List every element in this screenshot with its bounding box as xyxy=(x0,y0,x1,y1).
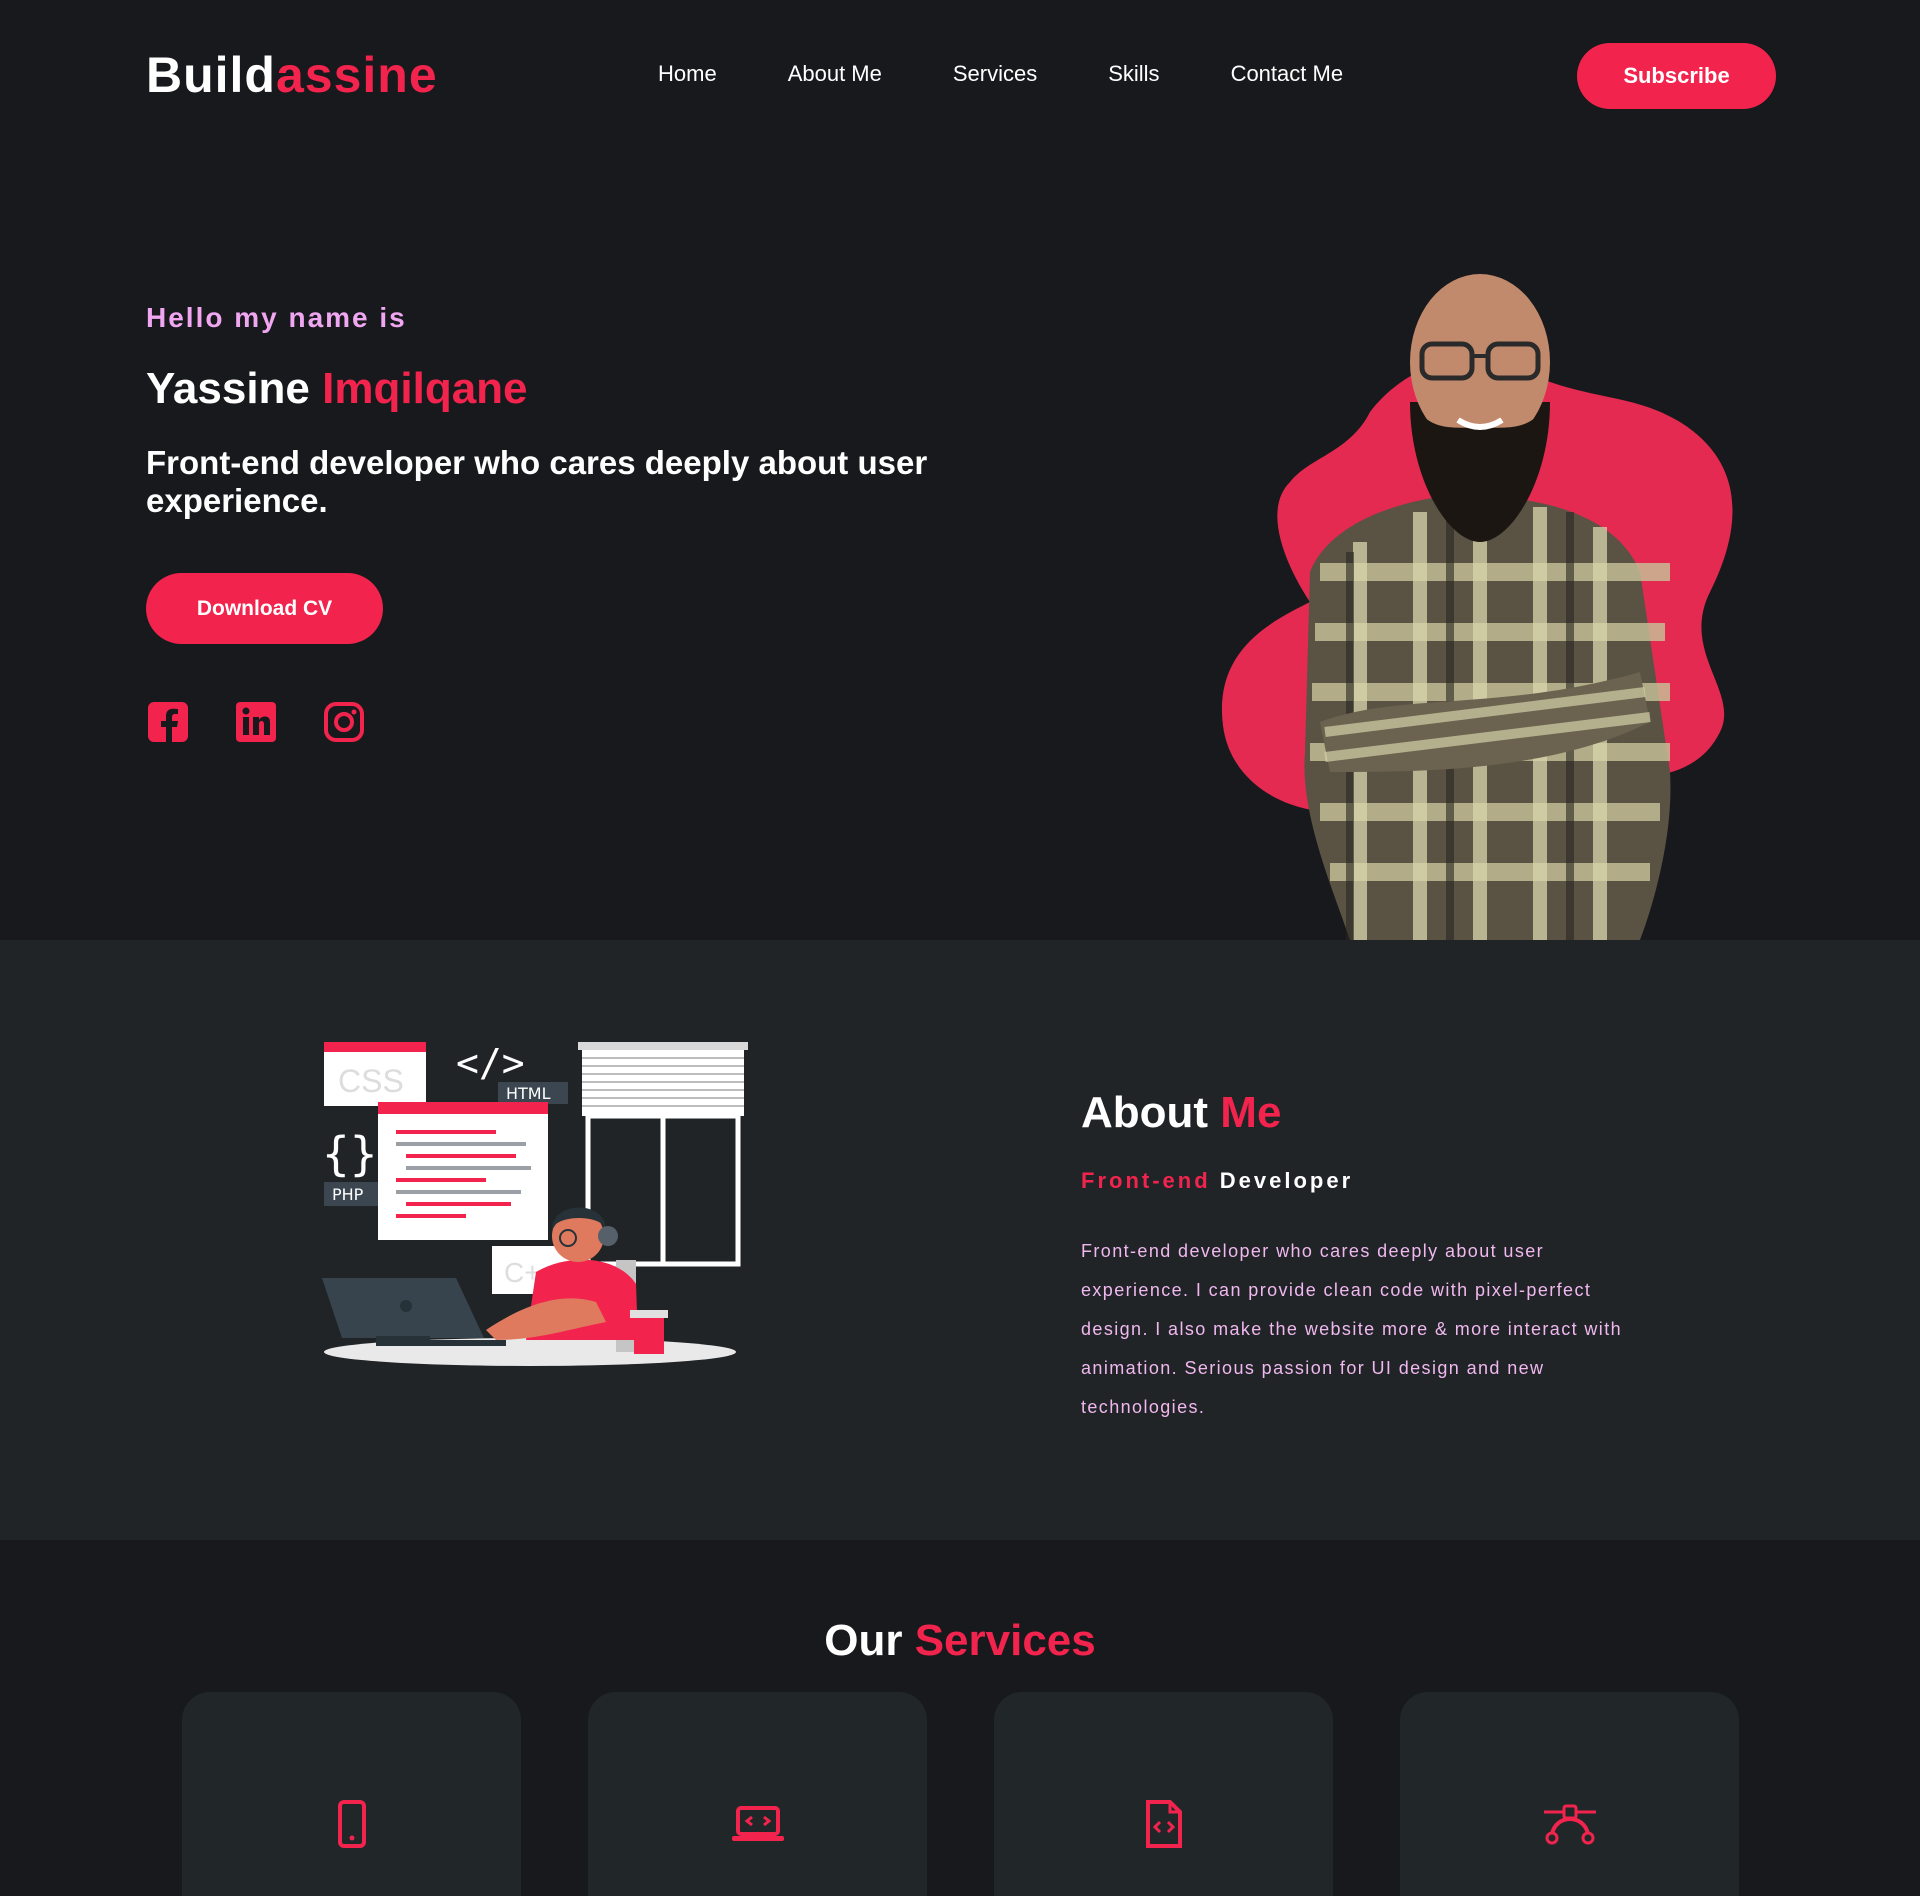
html-label: HTML xyxy=(506,1084,551,1103)
subscribe-button[interactable]: Subscribe xyxy=(1577,43,1776,109)
site-header: Buildassine Home About Me Services Skill… xyxy=(0,0,1920,152)
service-card-mobile[interactable] xyxy=(182,1692,521,1896)
hero-first-name: Yassine xyxy=(146,364,310,413)
hero-name: Yassine Imqilqane xyxy=(146,364,528,414)
services-title: Our Services xyxy=(0,1616,1920,1666)
service-card-code[interactable] xyxy=(994,1692,1333,1896)
logo-part-2: assine xyxy=(275,47,438,103)
about-title-part-2: Me xyxy=(1220,1088,1282,1137)
file-code-icon xyxy=(1146,1800,1182,1848)
braces-glyph: {} xyxy=(322,1127,377,1181)
nav-about-me[interactable]: About Me xyxy=(788,61,882,87)
about-subtitle: Front-end Developer xyxy=(1081,1168,1353,1194)
about-subtitle-part-2: Developer xyxy=(1219,1168,1354,1193)
service-cards xyxy=(182,1692,1739,1896)
hero-last-name: Imqilqane xyxy=(322,364,528,413)
services-title-part-2: Services xyxy=(914,1616,1096,1665)
hero-tagline: Front-end developer who cares deeply abo… xyxy=(146,444,928,519)
hero-portrait xyxy=(1221,274,1733,940)
hero-section: Hello my name is Yassine Imqilqane Front… xyxy=(0,152,1920,940)
about-title: About Me xyxy=(1081,1088,1281,1138)
about-section: CSS </> HTML {} PHP C++ About Me Front-e… xyxy=(0,940,1920,1540)
about-title-part-1: About xyxy=(1081,1088,1209,1137)
service-card-web[interactable] xyxy=(588,1692,927,1896)
developer-illustration: CSS </> HTML {} PHP C++ xyxy=(322,1041,748,1366)
nav-skills[interactable]: Skills xyxy=(1108,61,1159,87)
social-links xyxy=(146,700,366,744)
php-label: PHP xyxy=(332,1185,364,1204)
about-description: Front-end developer who cares deeply abo… xyxy=(1081,1241,1623,1417)
laptop-code-icon xyxy=(732,1806,784,1841)
code-tag-glyph: </> xyxy=(456,1041,525,1085)
nav-home[interactable]: Home xyxy=(658,61,717,87)
services-section: Our Services xyxy=(0,1540,1920,1896)
nav-services[interactable]: Services xyxy=(953,61,1037,87)
css-label: CSS xyxy=(338,1063,404,1099)
facebook-icon[interactable] xyxy=(146,700,190,744)
mobile-icon xyxy=(338,1800,366,1848)
instagram-icon[interactable] xyxy=(322,700,366,744)
nav-contact-me[interactable]: Contact Me xyxy=(1231,61,1344,87)
logo[interactable]: Buildassine xyxy=(146,46,438,104)
download-cv-button[interactable]: Download CV xyxy=(146,573,383,644)
logo-part-1: Build xyxy=(146,47,276,103)
hero-greeting: Hello my name is xyxy=(146,302,407,333)
main-nav: Home About Me Services Skills Contact Me xyxy=(658,61,1414,87)
bezier-curve-icon xyxy=(1544,1804,1596,1845)
service-card-design[interactable] xyxy=(1400,1692,1739,1896)
services-title-part-1: Our xyxy=(824,1616,903,1665)
linkedin-icon[interactable] xyxy=(234,700,278,744)
portrait-figure xyxy=(1304,274,1671,940)
about-subtitle-part-1: Front-end xyxy=(1081,1168,1211,1193)
